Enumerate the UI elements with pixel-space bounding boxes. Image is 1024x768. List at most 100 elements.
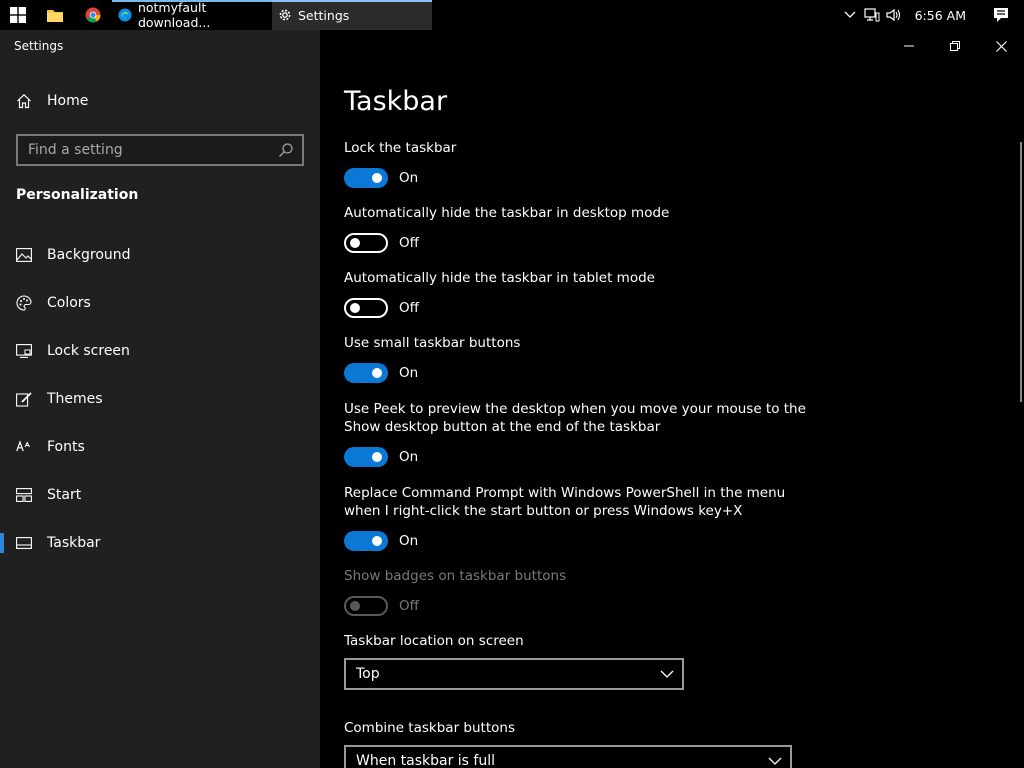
- sidebar-item-label: Colors: [47, 295, 91, 311]
- setting-badges: Show badges on taskbar buttons Off: [344, 567, 566, 616]
- edge-icon: [118, 8, 132, 22]
- sidebar-item-label: Fonts: [47, 439, 85, 455]
- peek-toggle[interactable]: [344, 447, 388, 467]
- system-tray: 6:56 AM: [839, 0, 1024, 30]
- home-label: Home: [47, 93, 89, 109]
- search-input[interactable]: Find a setting: [16, 134, 304, 166]
- start-icon: [16, 487, 32, 503]
- start-button[interactable]: [0, 0, 36, 30]
- sidebar-nav: Background Colors Lock screen Themes Fon…: [0, 231, 320, 567]
- home-nav-item[interactable]: Home: [16, 93, 88, 109]
- sidebar-item-label: Start: [47, 487, 82, 503]
- taskbar-task-label: Settings: [298, 7, 350, 23]
- toggle-knob: [372, 173, 382, 183]
- clock[interactable]: 6:56 AM: [905, 8, 978, 23]
- sidebar-item-colors[interactable]: Colors: [0, 279, 320, 327]
- setting-powershell: Replace Command Prompt with Windows Powe…: [344, 484, 785, 551]
- chrome-icon: [85, 7, 101, 23]
- toggle-state: On: [399, 449, 419, 465]
- taskbar-location-dropdown[interactable]: Top: [344, 658, 684, 690]
- font-icon: [16, 439, 32, 455]
- sidebar-item-label: Taskbar: [47, 535, 101, 551]
- toggle-knob: [350, 601, 360, 611]
- toggle-knob: [372, 452, 382, 462]
- toggle-knob: [350, 238, 360, 248]
- toggle-knob: [350, 303, 360, 313]
- taskbar-task-edge[interactable]: notmyfault download...: [112, 0, 272, 30]
- taskbar-task-label: notmyfault download...: [137, 0, 211, 30]
- gear-icon: [279, 9, 291, 21]
- image-icon: [16, 247, 32, 263]
- setting-label-line1: Replace Command Prompt with Windows Powe…: [344, 485, 786, 501]
- setting-label-line2: when I right-click the start button or p…: [344, 503, 743, 519]
- setting-lock-taskbar: Lock the taskbar On: [344, 139, 456, 188]
- autohide-desktop-toggle[interactable]: [344, 233, 388, 253]
- restore-button[interactable]: [932, 30, 978, 62]
- toggle-state: On: [399, 170, 419, 186]
- setting-label-line1: Use Peek to preview the desktop when you…: [344, 401, 806, 417]
- setting-label: Automatically hide the taskbar in deskto…: [344, 205, 670, 221]
- chevron-down-icon: [768, 757, 782, 765]
- sidebar-item-taskbar[interactable]: Taskbar: [0, 519, 320, 567]
- search-placeholder: Find a setting: [28, 142, 123, 158]
- setting-combine: Combine taskbar buttons When taskbar is …: [344, 719, 792, 768]
- chevron-up-icon: [844, 11, 856, 18]
- home-icon: [17, 93, 31, 109]
- minimize-icon: [904, 45, 914, 47]
- chrome-button[interactable]: [74, 0, 112, 30]
- folder-icon: [47, 10, 63, 22]
- taskbar-task-settings[interactable]: Settings: [272, 0, 432, 30]
- window-controls: [886, 30, 1024, 62]
- toggle-state: Off: [399, 300, 419, 316]
- setting-label: Automatically hide the taskbar in tablet…: [344, 270, 655, 286]
- toggle-state: Off: [399, 235, 419, 251]
- palette-icon: [16, 295, 32, 311]
- small-buttons-toggle[interactable]: [344, 363, 388, 383]
- show-hidden-icons-button[interactable]: [839, 0, 861, 30]
- dropdown-value: When taskbar is full: [356, 753, 496, 768]
- action-center-button[interactable]: [978, 0, 1024, 30]
- setting-label: Use small taskbar buttons: [344, 335, 521, 351]
- settings-content: Taskbar Lock the taskbar On Automaticall…: [320, 30, 1024, 768]
- taskbar-icon: [16, 535, 32, 551]
- network-button[interactable]: [861, 0, 883, 30]
- volume-button[interactable]: [883, 0, 905, 30]
- page-title: Taskbar: [344, 86, 448, 117]
- search-icon[interactable]: [278, 142, 294, 158]
- sidebar-item-label: Themes: [47, 391, 103, 407]
- notification-icon: [994, 8, 1008, 22]
- setting-label: Combine taskbar buttons: [344, 720, 515, 736]
- setting-peek: Use Peek to preview the desktop when you…: [344, 400, 806, 467]
- sidebar-item-label: Background: [47, 247, 131, 263]
- sidebar-item-background[interactable]: Background: [0, 231, 320, 279]
- setting-label: Taskbar location on screen: [344, 633, 524, 649]
- autohide-tablet-toggle[interactable]: [344, 298, 388, 318]
- section-title: Personalization: [16, 187, 139, 203]
- powershell-toggle[interactable]: [344, 531, 388, 551]
- sidebar-item-start[interactable]: Start: [0, 471, 320, 519]
- restore-icon: [950, 41, 960, 51]
- speaker-icon: [886, 8, 900, 22]
- setting-autohide-desktop: Automatically hide the taskbar in deskto…: [344, 204, 669, 253]
- file-explorer-button[interactable]: [36, 0, 74, 30]
- toggle-state: Off: [399, 598, 419, 614]
- toggle-state: On: [399, 365, 419, 381]
- scrollbar[interactable]: [1020, 142, 1022, 402]
- sidebar-item-fonts[interactable]: Fonts: [0, 423, 320, 471]
- network-icon: [864, 8, 880, 22]
- close-button[interactable]: [978, 30, 1024, 62]
- dropdown-value: Top: [356, 666, 380, 682]
- setting-small-buttons: Use small taskbar buttons On: [344, 334, 520, 383]
- lock-screen-icon: [16, 343, 32, 359]
- toggle-knob: [372, 536, 382, 546]
- setting-label-line2: Show desktop button at the end of the ta…: [344, 419, 661, 435]
- windows-logo-icon: [10, 7, 26, 23]
- setting-label: Lock the taskbar: [344, 140, 457, 156]
- brush-icon: [16, 391, 32, 407]
- lock-taskbar-toggle[interactable]: [344, 168, 388, 188]
- sidebar-item-lock-screen[interactable]: Lock screen: [0, 327, 320, 375]
- sidebar-item-themes[interactable]: Themes: [0, 375, 320, 423]
- combine-buttons-dropdown[interactable]: When taskbar is full: [344, 745, 792, 768]
- sidebar-item-label: Lock screen: [47, 343, 130, 359]
- minimize-button[interactable]: [886, 30, 932, 62]
